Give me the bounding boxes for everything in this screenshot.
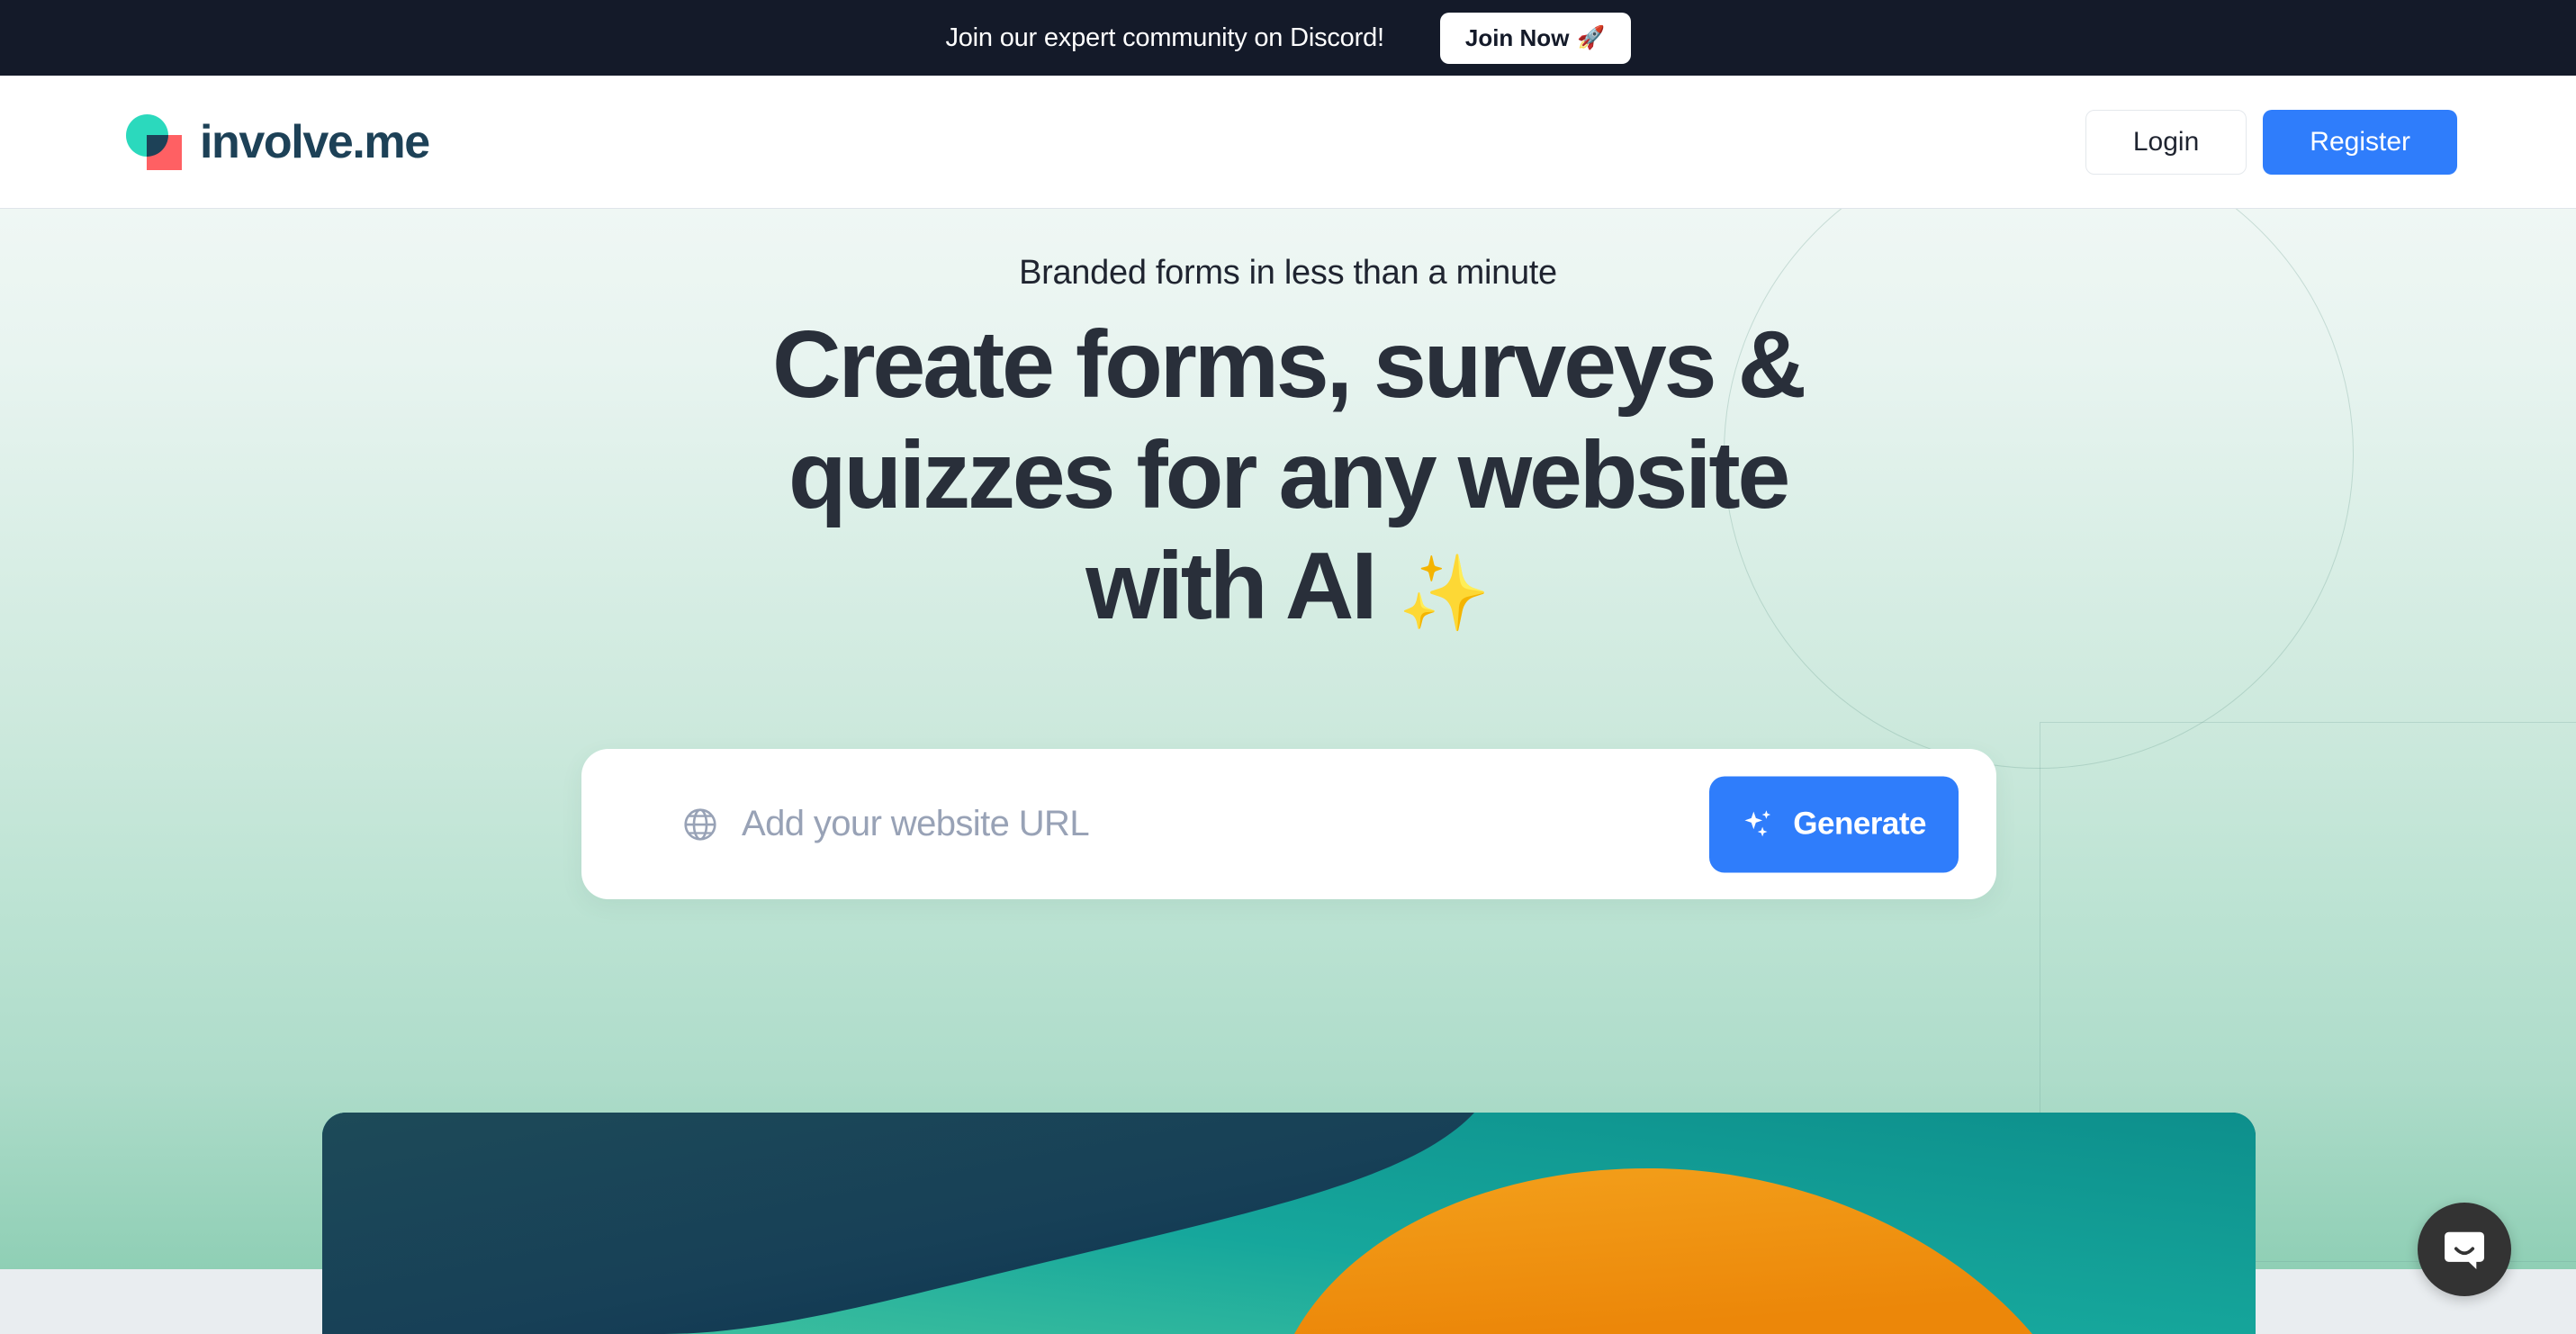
hero-section: Branded forms in less than a minute Crea… bbox=[0, 209, 2576, 1269]
generate-button[interactable]: Generate bbox=[1709, 776, 1959, 872]
chat-bubble-icon bbox=[2445, 1231, 2484, 1269]
sparkles-emoji-icon: ✨ bbox=[1398, 552, 1491, 635]
brand-logo[interactable]: involve.me bbox=[126, 113, 430, 170]
headline-line-1: Create forms, surveys & bbox=[772, 311, 1806, 418]
hero-product-image bbox=[322, 1113, 2256, 1334]
announcement-text: Join our expert community on Discord! bbox=[945, 23, 1384, 52]
login-button[interactable]: Login bbox=[2085, 109, 2247, 175]
sparkle-icon bbox=[1744, 810, 1771, 837]
headline-line-3-text: with AI bbox=[1085, 532, 1377, 639]
generate-label: Generate bbox=[1793, 806, 1926, 842]
brand-name: involve.me bbox=[200, 115, 430, 168]
header-actions: Login Register bbox=[2085, 109, 2457, 175]
hero-headline: Create forms, surveys & quizzes for any … bbox=[0, 310, 2576, 642]
website-url-input[interactable] bbox=[742, 749, 1759, 899]
announcement-banner: Join our expert community on Discord! Jo… bbox=[0, 0, 2576, 76]
register-button[interactable]: Register bbox=[2263, 109, 2457, 175]
headline-line-2: quizzes for any website bbox=[788, 421, 1791, 528]
involve-logo-icon bbox=[126, 113, 182, 170]
site-header: involve.me Login Register bbox=[0, 76, 2576, 209]
url-generator-bar: Generate bbox=[581, 749, 1996, 899]
hero-eyebrow: Branded forms in less than a minute bbox=[1019, 254, 1557, 292]
globe-icon bbox=[684, 807, 716, 841]
rocket-icon: 🚀 bbox=[1577, 24, 1606, 50]
join-now-button[interactable]: Join Now 🚀 bbox=[1439, 12, 1631, 64]
headline-line-3: with AI ✨ bbox=[0, 531, 2576, 642]
chat-widget-button[interactable] bbox=[2418, 1203, 2511, 1296]
join-now-label: Join Now bbox=[1464, 23, 1570, 51]
